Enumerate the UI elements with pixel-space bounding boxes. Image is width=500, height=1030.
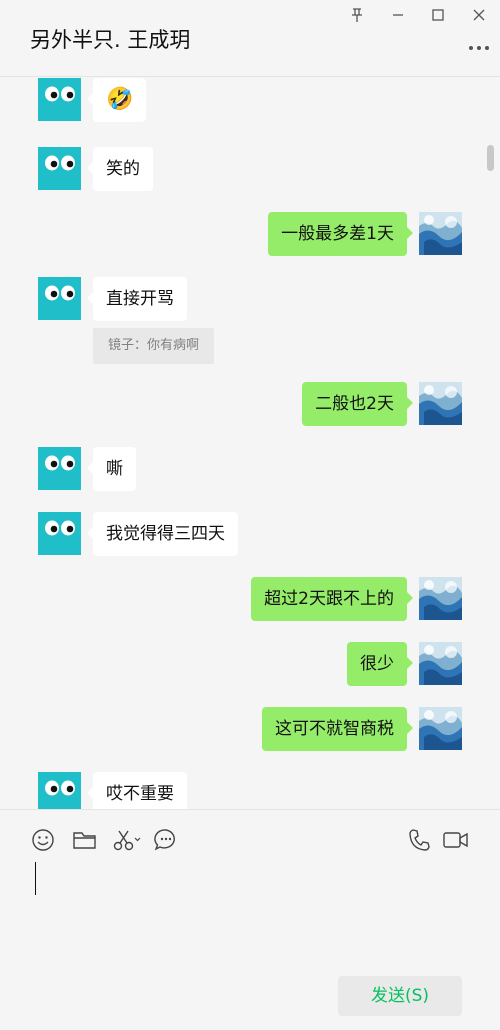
message-input[interactable] [30, 858, 470, 958]
scissors-icon[interactable] [112, 828, 142, 852]
my-avatar[interactable] [419, 212, 462, 255]
message-bubble[interactable]: 直接开骂 [87, 277, 187, 321]
message-bubble[interactable]: 超过2天跟不上的 [251, 577, 413, 621]
laughing-emoji-icon: 🤣 [106, 87, 134, 112]
emoji-bubble[interactable]: 🤣 [86, 78, 147, 122]
folder-icon[interactable] [72, 828, 98, 852]
video-call-icon[interactable] [442, 828, 470, 852]
my-avatar[interactable] [419, 707, 462, 750]
title-bar: 另外半只. 王成玥 [0, 0, 500, 77]
maximize-icon[interactable] [425, 4, 451, 26]
chat-history-icon[interactable] [154, 828, 180, 852]
message-text: 超过2天跟不上的 [264, 589, 394, 609]
message-text: 哎不重要 [106, 784, 174, 804]
message-text: 一般最多差1天 [281, 224, 394, 244]
contact-avatar[interactable] [38, 78, 81, 121]
message-bubble[interactable]: 一般最多差1天 [268, 212, 413, 256]
contact-avatar[interactable] [38, 147, 81, 190]
message-bubble[interactable]: 嘶 [87, 447, 136, 491]
message-bubble[interactable]: 哎不重要 [87, 772, 187, 809]
quoted-reply[interactable]: 镜子：你有病啊 [93, 328, 215, 364]
message-area[interactable]: 🤣 笑的一般最多差1天直接开骂镜子：你有病啊二般也2天嘶我觉得得三四天超过2天跟不… [0, 78, 500, 809]
message-bubble[interactable]: 这可不就智商税 [262, 707, 413, 751]
pin-icon[interactable] [344, 4, 370, 26]
contact-avatar[interactable] [38, 277, 81, 320]
phone-icon[interactable] [407, 828, 433, 852]
contact-avatar[interactable] [38, 512, 81, 555]
message-text: 嘶 [106, 459, 123, 479]
contact-avatar[interactable] [38, 447, 81, 490]
message-text: 这可不就智商税 [275, 719, 394, 739]
minimize-icon[interactable] [385, 4, 411, 26]
message-bubble[interactable]: 笑的 [87, 147, 153, 191]
my-avatar[interactable] [419, 382, 462, 425]
message-text: 笑的 [106, 159, 140, 179]
message-text: 二般也2天 [315, 394, 394, 414]
input-area: 发送(S) [0, 809, 500, 1030]
emoji-icon[interactable] [31, 828, 57, 852]
my-avatar[interactable] [419, 577, 462, 620]
contact-avatar[interactable] [38, 772, 81, 809]
close-icon[interactable] [466, 4, 492, 26]
scrollbar-thumb[interactable] [487, 145, 494, 171]
send-button[interactable]: 发送(S) [338, 976, 462, 1016]
more-options-icon[interactable] [467, 38, 491, 58]
message-text: 直接开骂 [106, 289, 174, 309]
message-bubble[interactable]: 二般也2天 [302, 382, 413, 426]
chat-title: 另外半只. 王成玥 [30, 28, 191, 52]
message-text: 很少 [360, 654, 394, 674]
message-text: 我觉得得三四天 [106, 524, 225, 544]
message-bubble[interactable]: 很少 [347, 642, 413, 686]
message-bubble[interactable]: 我觉得得三四天 [87, 512, 238, 556]
my-avatar[interactable] [419, 642, 462, 685]
